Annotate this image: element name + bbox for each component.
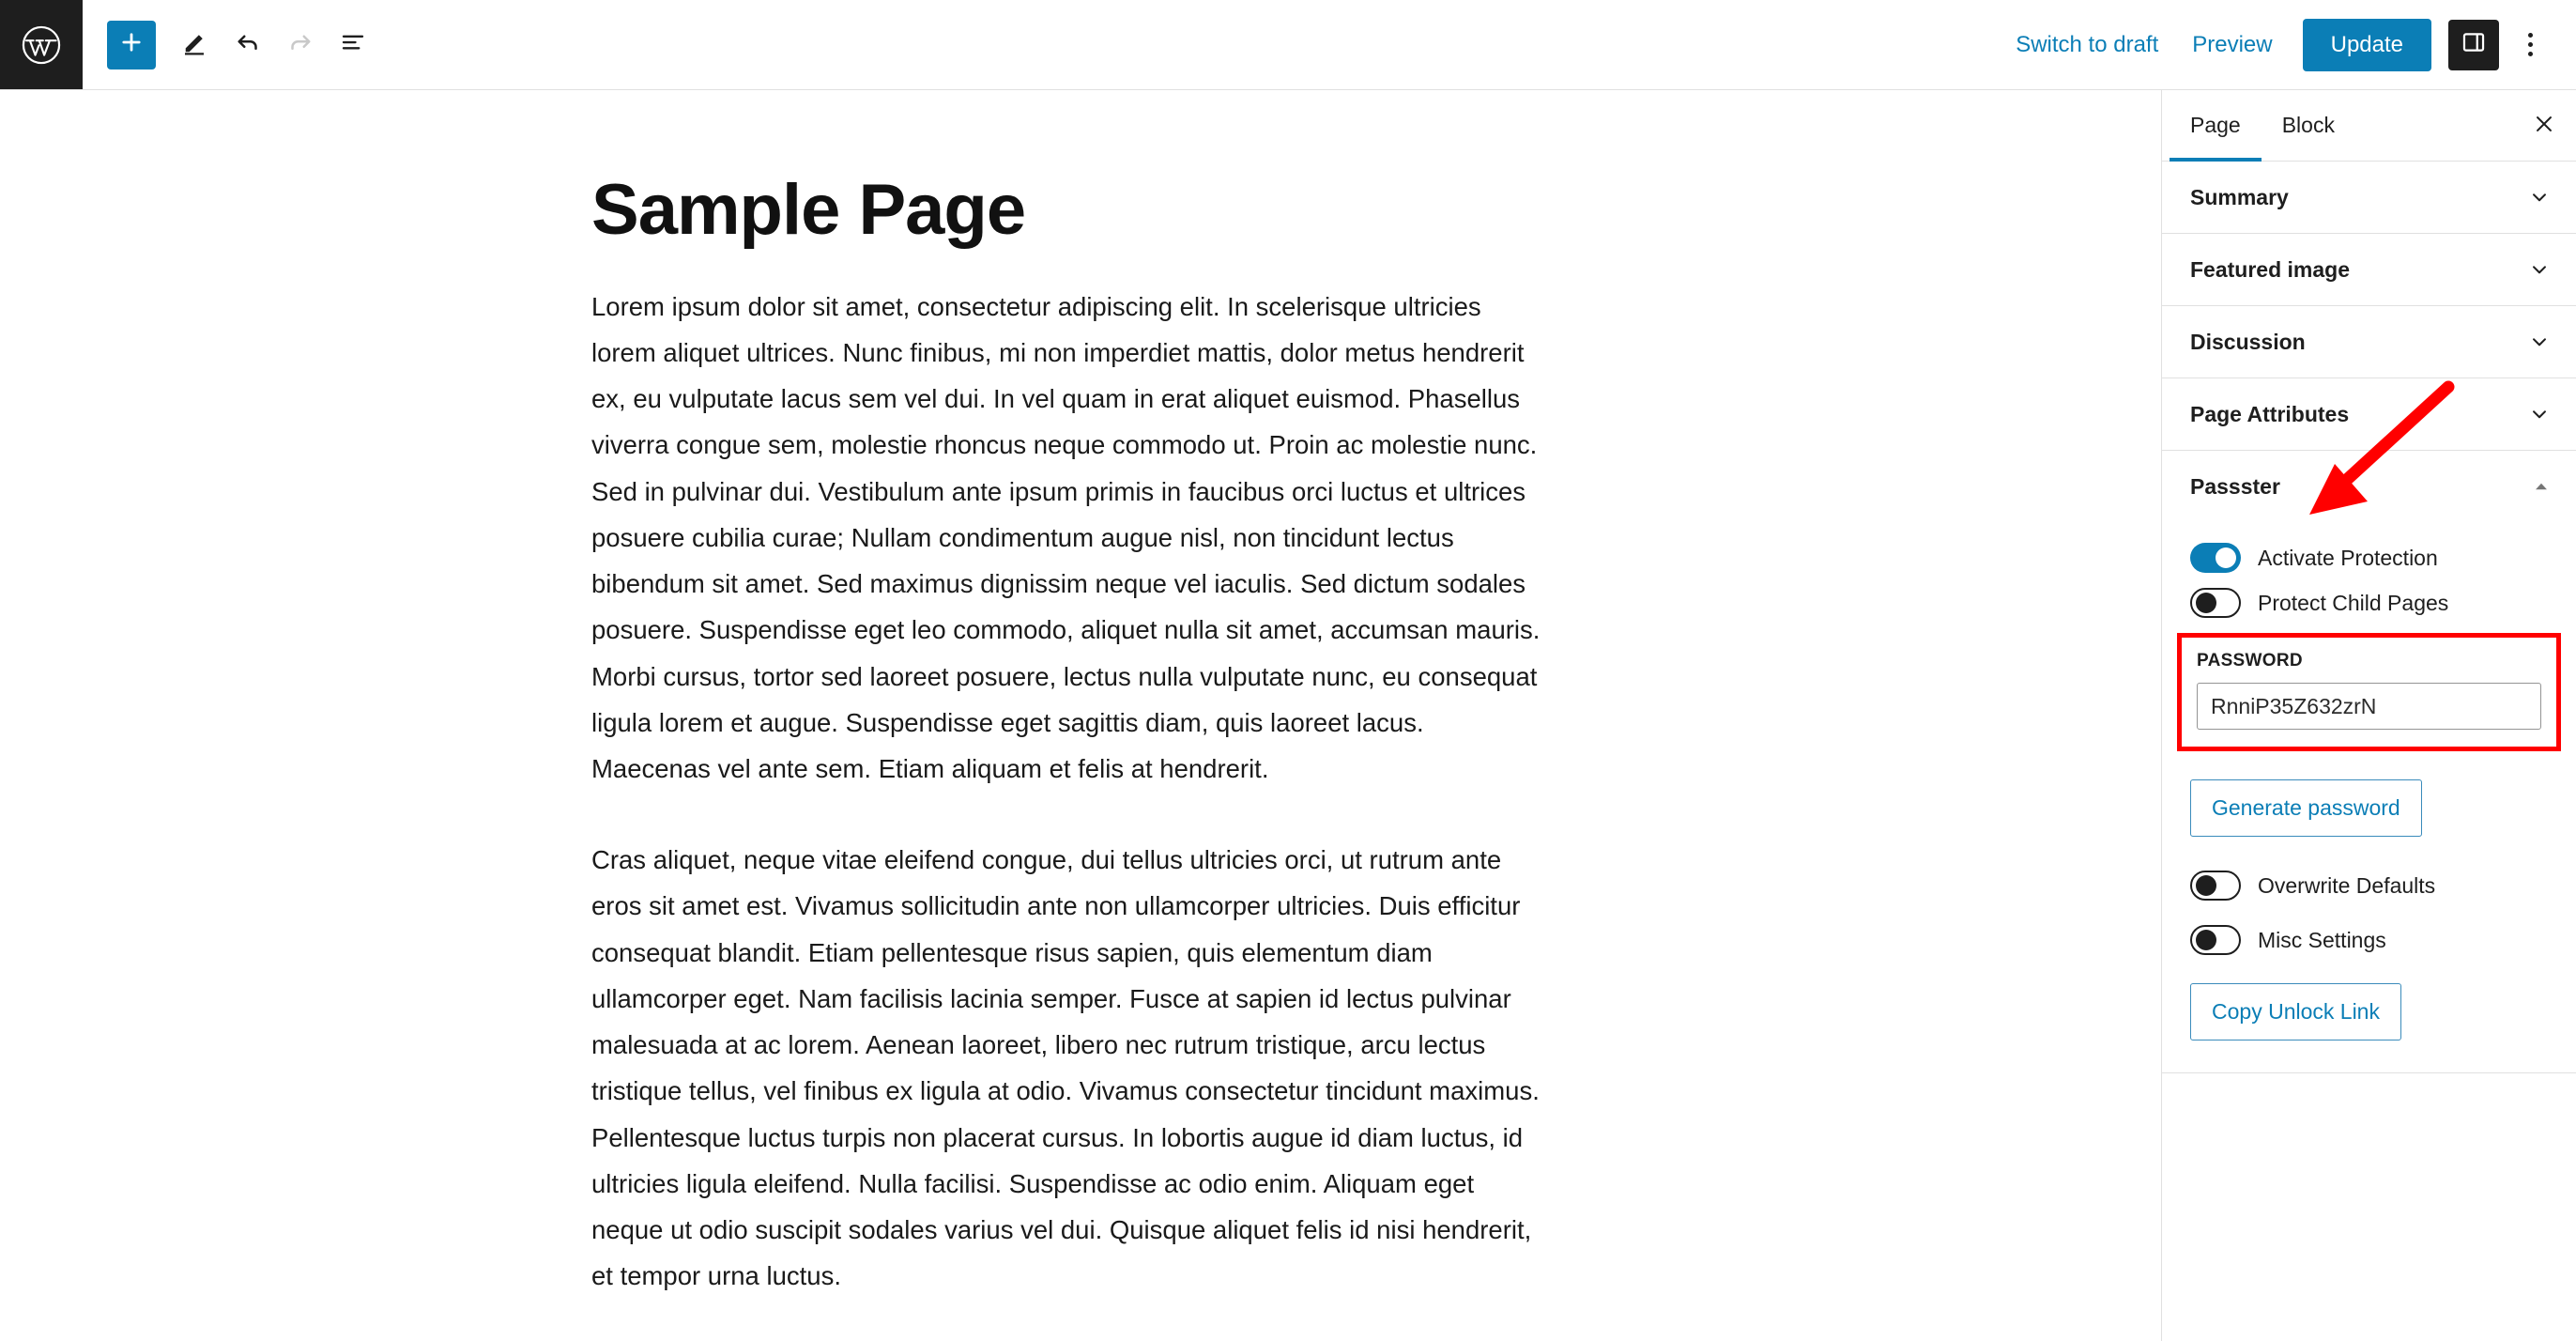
password-input[interactable]: [2197, 683, 2541, 730]
tab-block[interactable]: Block: [2262, 90, 2355, 161]
pencil-icon: [181, 28, 209, 61]
wordpress-block-editor: Switch to draft Preview Update Sample Pa…: [0, 0, 2576, 1341]
redo-button[interactable]: [274, 19, 327, 71]
document-overview-button[interactable]: [327, 19, 379, 71]
editor-canvas[interactable]: Sample Page Lorem ipsum dolor sit amet, …: [0, 90, 2161, 1341]
panel-discussion-header[interactable]: Discussion: [2162, 306, 2576, 378]
paragraph-block-1[interactable]: Lorem ipsum dolor sit amet, consectetur …: [591, 284, 1549, 792]
tab-page[interactable]: Page: [2170, 90, 2262, 162]
panel-discussion-title: Discussion: [2190, 329, 2306, 354]
panel-passster-header[interactable]: Passster: [2162, 451, 2576, 522]
settings-sidebar: Page Block Summary Featured image Discus…: [2161, 90, 2576, 1341]
plus-icon: [118, 29, 145, 60]
password-label: PASSWORD: [2197, 651, 2303, 670]
settings-sidebar-toggle-button[interactable]: [2448, 19, 2499, 70]
chevron-down-icon: [2527, 257, 2552, 282]
chevron-up-icon: [2531, 476, 2552, 497]
activate-protection-toggle[interactable]: [2190, 543, 2241, 573]
post-content-column: Sample Page Lorem ipsum dolor sit amet, …: [591, 90, 1549, 1299]
passster-panel-content: Activate Protection Protect Child Pages …: [2162, 522, 2576, 1072]
misc-settings-label: Misc Settings: [2258, 927, 2386, 952]
more-options-button[interactable]: [2508, 20, 2552, 70]
red-highlight-rectangle: PASSWORD: [2177, 633, 2561, 751]
paragraph-block-2[interactable]: Cras aliquet, neque vitae eleifend congu…: [591, 837, 1549, 1299]
undo-button[interactable]: [222, 19, 274, 71]
activate-protection-label: Activate Protection: [2258, 545, 2438, 570]
switch-to-draft-button[interactable]: Switch to draft: [1999, 23, 2175, 68]
generate-password-button[interactable]: Generate password: [2190, 779, 2422, 837]
panel-discussion: Discussion: [2162, 306, 2576, 378]
close-x-icon: [2532, 112, 2556, 139]
misc-settings-toggle[interactable]: [2190, 925, 2241, 955]
panel-passster: Passster Activate Protection Protect Chi…: [2162, 451, 2576, 1073]
protect-child-pages-toggle[interactable]: [2190, 588, 2241, 618]
panel-summary: Summary: [2162, 162, 2576, 234]
overwrite-defaults-row[interactable]: Overwrite Defaults: [2190, 871, 2548, 901]
misc-settings-row[interactable]: Misc Settings: [2190, 925, 2548, 955]
update-button[interactable]: Update: [2302, 18, 2431, 71]
overwrite-defaults-toggle[interactable]: [2190, 871, 2241, 901]
panel-passster-title: Passster: [2190, 473, 2280, 499]
panel-page-attributes: Page Attributes: [2162, 378, 2576, 451]
toolbar-left-group: [83, 19, 379, 71]
close-sidebar-button[interactable]: [2520, 90, 2576, 161]
chevron-down-icon: [2527, 330, 2552, 354]
add-block-button[interactable]: [107, 20, 156, 69]
protect-child-pages-label: Protect Child Pages: [2258, 590, 2449, 615]
panel-summary-title: Summary: [2190, 184, 2289, 209]
sidebar-tabs: Page Block: [2162, 90, 2576, 162]
toolbar-right-group: Switch to draft Preview Update: [1999, 18, 2576, 71]
wordpress-logo-button[interactable]: [0, 0, 83, 89]
wordpress-logo-icon: [21, 24, 62, 66]
copy-unlock-link-button[interactable]: Copy Unlock Link: [2190, 983, 2401, 1040]
panel-featured-image-header[interactable]: Featured image: [2162, 234, 2576, 305]
panel-featured-image-title: Featured image: [2190, 256, 2350, 282]
panel-page-attributes-title: Page Attributes: [2190, 401, 2350, 426]
page-title[interactable]: Sample Page: [591, 173, 1549, 248]
settings-sidebar-icon: [2461, 29, 2487, 60]
preview-button[interactable]: Preview: [2175, 23, 2289, 68]
generate-password-wrap: Generate password: [2190, 779, 2548, 837]
overwrite-defaults-label: Overwrite Defaults: [2258, 872, 2436, 898]
document-overview-icon: [339, 28, 367, 61]
activate-protection-row[interactable]: Activate Protection: [2190, 543, 2548, 573]
editor-body: Sample Page Lorem ipsum dolor sit amet, …: [0, 90, 2576, 1341]
undo-arrow-icon: [234, 28, 262, 61]
three-dots-vertical-icon: [2527, 33, 2533, 56]
copy-unlock-link-wrap: Copy Unlock Link: [2190, 983, 2548, 1040]
edit-tool-button[interactable]: [169, 19, 222, 71]
chevron-down-icon: [2527, 402, 2552, 426]
chevron-down-icon: [2527, 185, 2552, 209]
redo-arrow-icon: [286, 28, 314, 61]
panel-featured-image: Featured image: [2162, 234, 2576, 306]
editor-toolbar: Switch to draft Preview Update: [0, 0, 2576, 90]
protect-child-pages-row[interactable]: Protect Child Pages: [2190, 588, 2548, 618]
panel-page-attributes-header[interactable]: Page Attributes: [2162, 378, 2576, 450]
panel-summary-header[interactable]: Summary: [2162, 162, 2576, 233]
